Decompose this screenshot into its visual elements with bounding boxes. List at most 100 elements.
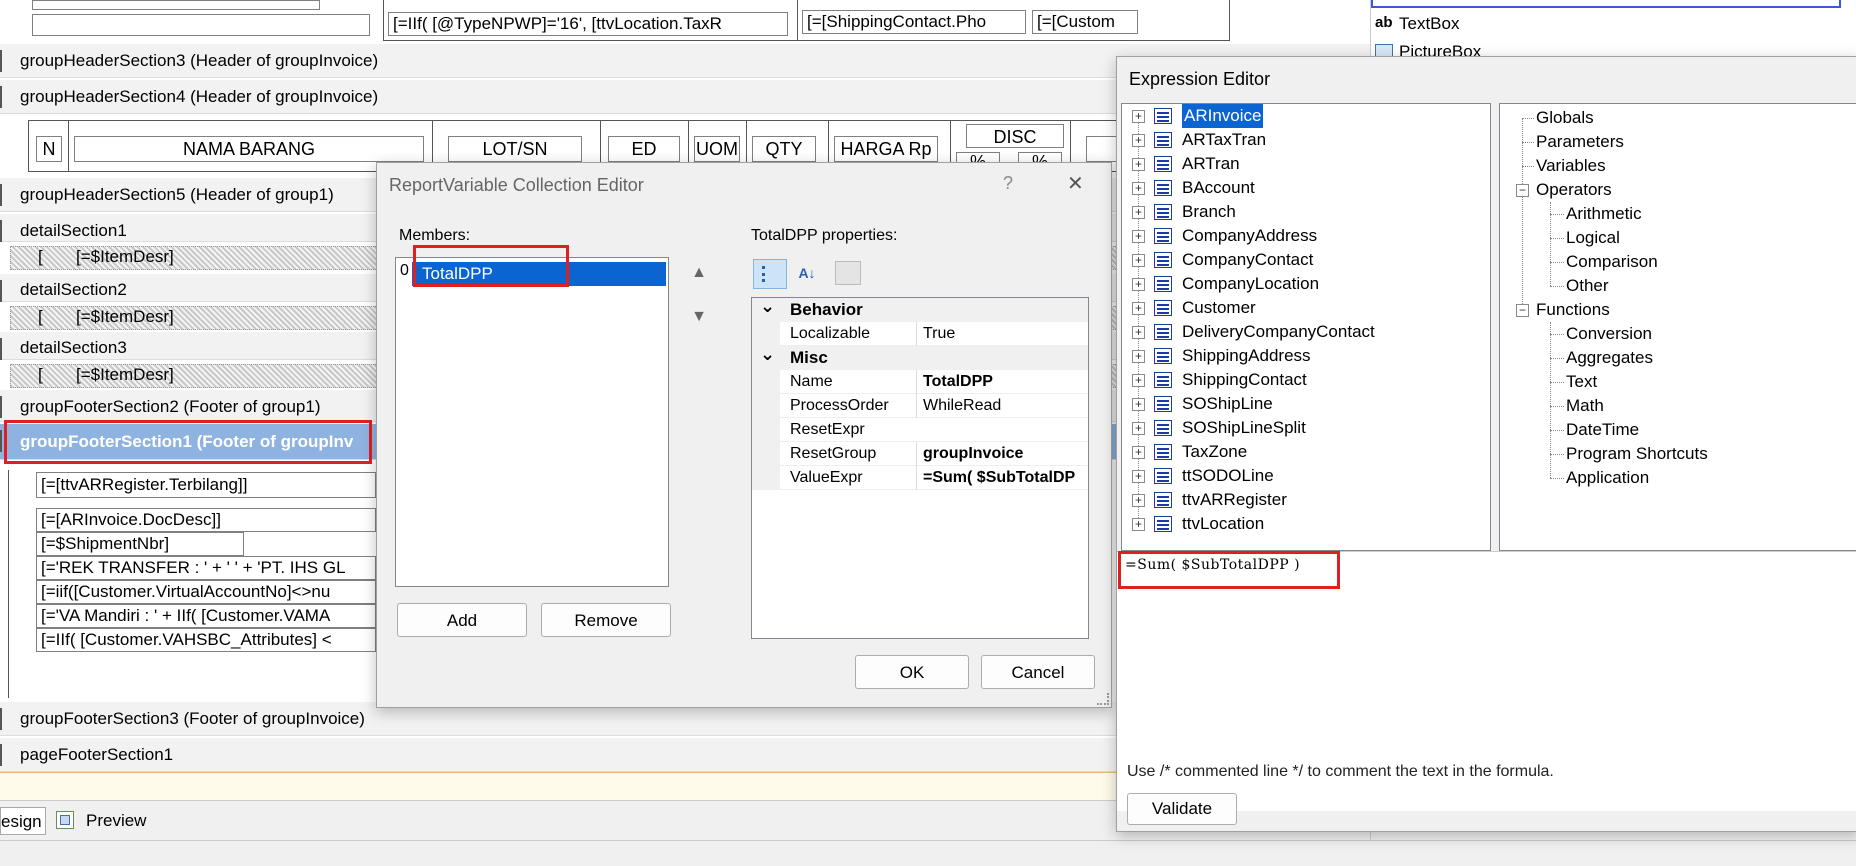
- expand-icon[interactable]: +: [1132, 518, 1145, 531]
- expand-icon[interactable]: +: [1132, 206, 1145, 219]
- expand-icon[interactable]: +: [1132, 254, 1145, 267]
- collapse-functions-icon[interactable]: −: [1516, 304, 1529, 317]
- expand-icon[interactable]: +: [1132, 374, 1145, 387]
- resize-grip-icon[interactable]: [1097, 693, 1109, 705]
- header-nama-barang[interactable]: NAMA BARANG: [74, 136, 424, 162]
- property-row[interactable]: ProcessOrder WhileRead: [752, 394, 1088, 418]
- detail-2-item-desc[interactable]: [=$ItemDesr]: [76, 307, 174, 327]
- top-left-field-2[interactable]: [32, 0, 320, 10]
- expand-icon[interactable]: +: [1132, 182, 1145, 195]
- property-grid[interactable]: ⌄ Behavior Localizable True ⌄ Misc Name TotalDP…: [751, 297, 1089, 639]
- tree-table-item[interactable]: DeliveryCompanyContact: [1182, 320, 1375, 344]
- expand-icon[interactable]: +: [1132, 230, 1145, 243]
- shipping-contact-field[interactable]: [=[ShippingContact.Pho: [802, 10, 1026, 34]
- tree-table-item[interactable]: ttvARRegister: [1182, 488, 1287, 512]
- detail-3-item-desc[interactable]: [=$ItemDesr]: [76, 365, 174, 385]
- toolbox-textbox[interactable]: TextBox: [1399, 14, 1459, 34]
- tree-table-item[interactable]: BAccount: [1182, 176, 1255, 200]
- alphabetical-view-button[interactable]: A↓: [791, 259, 823, 289]
- close-icon[interactable]: ✕: [1067, 171, 1084, 196]
- property-row[interactable]: ResetGroup groupInvoice: [752, 442, 1088, 466]
- expand-icon[interactable]: +: [1132, 158, 1145, 171]
- footer-va-mandiri[interactable]: [='VA Mandiri : ' + IIf( [Customer.VAMA: [36, 604, 376, 628]
- collapse-operators-icon[interactable]: −: [1516, 184, 1529, 197]
- footer-terbilang[interactable]: [=[ttvARRegister.Terbilang]]: [36, 472, 376, 498]
- header-no[interactable]: N: [36, 136, 62, 162]
- move-down-button[interactable]: ▼: [682, 301, 716, 335]
- expand-icon[interactable]: +: [1132, 278, 1145, 291]
- tree-table-item[interactable]: ttvLocation: [1182, 512, 1264, 536]
- tree-other[interactable]: Other: [1566, 274, 1609, 298]
- chevron-down-icon[interactable]: ⌄: [760, 298, 775, 318]
- validate-button[interactable]: Validate: [1127, 793, 1237, 825]
- property-row[interactable]: ValueExpr =Sum( $SubTotalDPP: [752, 466, 1088, 490]
- tree-table-item[interactable]: SOShipLineSplit: [1182, 416, 1306, 440]
- property-value[interactable]: TotalDPP: [916, 370, 1076, 394]
- property-pages-button[interactable]: [835, 261, 861, 285]
- property-category[interactable]: ⌄ Misc: [752, 344, 1088, 370]
- expand-icon[interactable]: +: [1132, 302, 1145, 315]
- property-value[interactable]: groupInvoice: [916, 442, 1076, 466]
- tab-design[interactable]: esign: [0, 807, 46, 835]
- tree-variables[interactable]: Variables: [1536, 154, 1606, 178]
- expand-icon[interactable]: +: [1132, 350, 1145, 363]
- tree-table-item[interactable]: SOShipLine: [1182, 392, 1273, 416]
- tree-parameters[interactable]: Parameters: [1536, 130, 1624, 154]
- tree-table-item[interactable]: ARTran: [1182, 152, 1240, 176]
- tree-logical[interactable]: Logical: [1566, 226, 1620, 250]
- tree-table-item[interactable]: Customer: [1182, 296, 1256, 320]
- footer-virtual-account[interactable]: [=iif([Customer.VirtualAccountNo]<>nu: [36, 580, 376, 604]
- move-up-button[interactable]: ▲: [682, 257, 716, 291]
- tree-table-item[interactable]: ShippingContact: [1182, 368, 1307, 392]
- tree-application[interactable]: Application: [1566, 466, 1649, 490]
- footer-rek-transfer[interactable]: [='REK TRANSFER : ' + ' ' + 'PT. IHS GL: [36, 556, 376, 580]
- tree-program-shortcuts[interactable]: Program Shortcuts: [1566, 442, 1708, 466]
- tree-table-item[interactable]: Branch: [1182, 200, 1236, 224]
- chevron-down-icon[interactable]: ⌄: [760, 342, 775, 366]
- functions-tree[interactable]: Globals Parameters Variables − Operators…: [1499, 103, 1856, 551]
- member-item-totaldpp[interactable]: TotalDPP: [412, 262, 666, 286]
- expand-icon[interactable]: +: [1132, 446, 1145, 459]
- property-value[interactable]: WhileRead: [916, 394, 1076, 418]
- property-value[interactable]: =Sum( $SubTotalDPP: [916, 466, 1076, 490]
- expand-icon[interactable]: +: [1132, 326, 1145, 339]
- categorized-view-button[interactable]: [753, 259, 787, 289]
- property-row[interactable]: Name TotalDPP: [752, 370, 1088, 394]
- toolbox-selected-item[interactable]: [1371, 0, 1841, 8]
- header-disc[interactable]: DISC: [966, 124, 1064, 148]
- header-lot-sn[interactable]: LOT/SN: [448, 136, 582, 162]
- detail-1-item-desc[interactable]: [=$ItemDesr]: [76, 247, 174, 267]
- add-button[interactable]: Add: [397, 603, 527, 637]
- tree-functions[interactable]: Functions: [1536, 298, 1610, 322]
- tree-table-item[interactable]: ttSODOLine: [1182, 464, 1274, 488]
- top-left-field[interactable]: [32, 14, 370, 36]
- property-category[interactable]: ⌄ Behavior: [752, 298, 1088, 322]
- customer-field[interactable]: [=[Custom: [1032, 10, 1138, 34]
- tree-table-item[interactable]: ARTaxTran: [1182, 128, 1266, 152]
- tab-preview[interactable]: Preview: [86, 811, 146, 831]
- expand-icon[interactable]: +: [1132, 494, 1145, 507]
- property-row[interactable]: Localizable True: [752, 322, 1088, 346]
- cancel-button[interactable]: Cancel: [981, 655, 1095, 689]
- tree-aggregates[interactable]: Aggregates: [1566, 346, 1653, 370]
- tree-comparison[interactable]: Comparison: [1566, 250, 1658, 274]
- tree-table-item[interactable]: TaxZone: [1182, 440, 1247, 464]
- expand-icon[interactable]: +: [1132, 134, 1145, 147]
- expand-icon[interactable]: +: [1132, 470, 1145, 483]
- property-value[interactable]: True: [916, 322, 1076, 346]
- ok-button[interactable]: OK: [855, 655, 969, 689]
- expand-icon[interactable]: +: [1132, 110, 1145, 123]
- remove-button[interactable]: Remove: [541, 603, 671, 637]
- expand-icon[interactable]: +: [1132, 398, 1145, 411]
- tree-table-item[interactable]: ARInvoice: [1182, 104, 1264, 128]
- tree-table-item[interactable]: CompanyAddress: [1182, 224, 1317, 248]
- tree-conversion[interactable]: Conversion: [1566, 322, 1652, 346]
- header-harga[interactable]: HARGA Rp: [834, 136, 938, 162]
- tree-table-item[interactable]: CompanyContact: [1182, 248, 1313, 272]
- tree-text[interactable]: Text: [1566, 370, 1597, 394]
- header-uom[interactable]: UOM: [694, 136, 740, 162]
- footer-shipment-nbr[interactable]: [=$ShipmentNbr]: [36, 532, 244, 556]
- footer-doc-desc[interactable]: [=[ARInvoice.DocDesc]]: [36, 508, 376, 532]
- footer-va-hsbc[interactable]: [=IIf( [Customer.VAHSBC_Attributes] <: [36, 628, 376, 652]
- tree-table-item[interactable]: CompanyLocation: [1182, 272, 1319, 296]
